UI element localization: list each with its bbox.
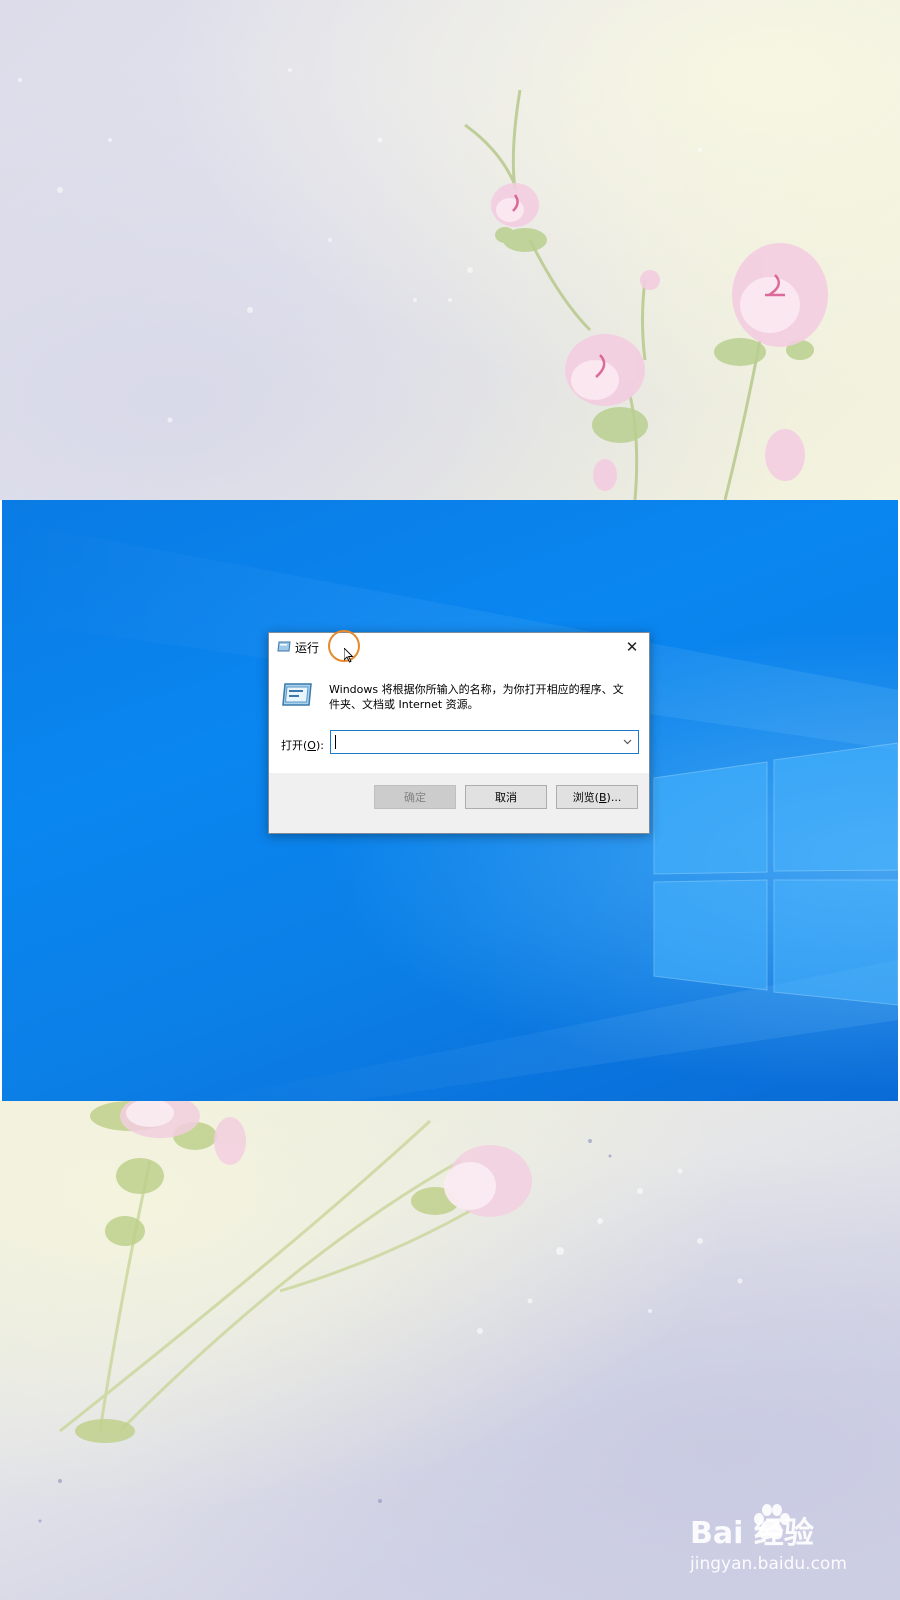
flower-illustration-top <box>18 68 828 500</box>
screenshot-page: 运行 ✕ Windows 将根据你所输入的名称，为你打开相应的程序、文件夹、文档… <box>0 0 900 1600</box>
open-combobox[interactable] <box>330 730 639 754</box>
open-label-prefix: 打开( <box>281 739 308 752</box>
floral-background-top <box>0 0 900 500</box>
watermark-url: jingyan.baidu.com <box>690 1554 847 1574</box>
run-icon <box>277 641 291 652</box>
close-button[interactable]: ✕ <box>619 635 645 659</box>
dialog-description: Windows 将根据你所输入的名称，为你打开相应的程序、文件夹、文档或 Int… <box>329 683 624 711</box>
dropdown-button[interactable] <box>618 732 636 752</box>
browse-label-suffix: )... <box>606 790 622 804</box>
browse-access-key: B <box>598 790 607 804</box>
open-label-access-key: O <box>307 739 316 752</box>
cancel-button[interactable]: 取消 <box>465 785 547 809</box>
open-input[interactable] <box>333 732 622 752</box>
run-dialog: 运行 ✕ Windows 将根据你所输入的名称，为你打开相应的程序、文件夹、文档… <box>268 632 650 834</box>
chevron-down-icon <box>623 739 631 745</box>
close-icon: ✕ <box>625 638 639 656</box>
text-caret <box>335 735 336 749</box>
baidu-jingyan-watermark: Bai 经验 jingyan.baidu.com <box>690 1504 890 1588</box>
browse-label-prefix: 浏览( <box>572 791 599 804</box>
dialog-title: 运行 <box>295 641 320 655</box>
open-label-suffix: ): <box>315 739 324 752</box>
open-label: 打开(O): <box>281 737 324 753</box>
ok-button[interactable]: 确定 <box>374 785 456 809</box>
watermark-brand: Bai 经验 <box>690 1516 814 1551</box>
run-program-icon <box>282 683 312 706</box>
title-bar[interactable]: 运行 ✕ <box>269 633 649 661</box>
browse-button[interactable]: 浏览(B)... <box>556 785 638 809</box>
